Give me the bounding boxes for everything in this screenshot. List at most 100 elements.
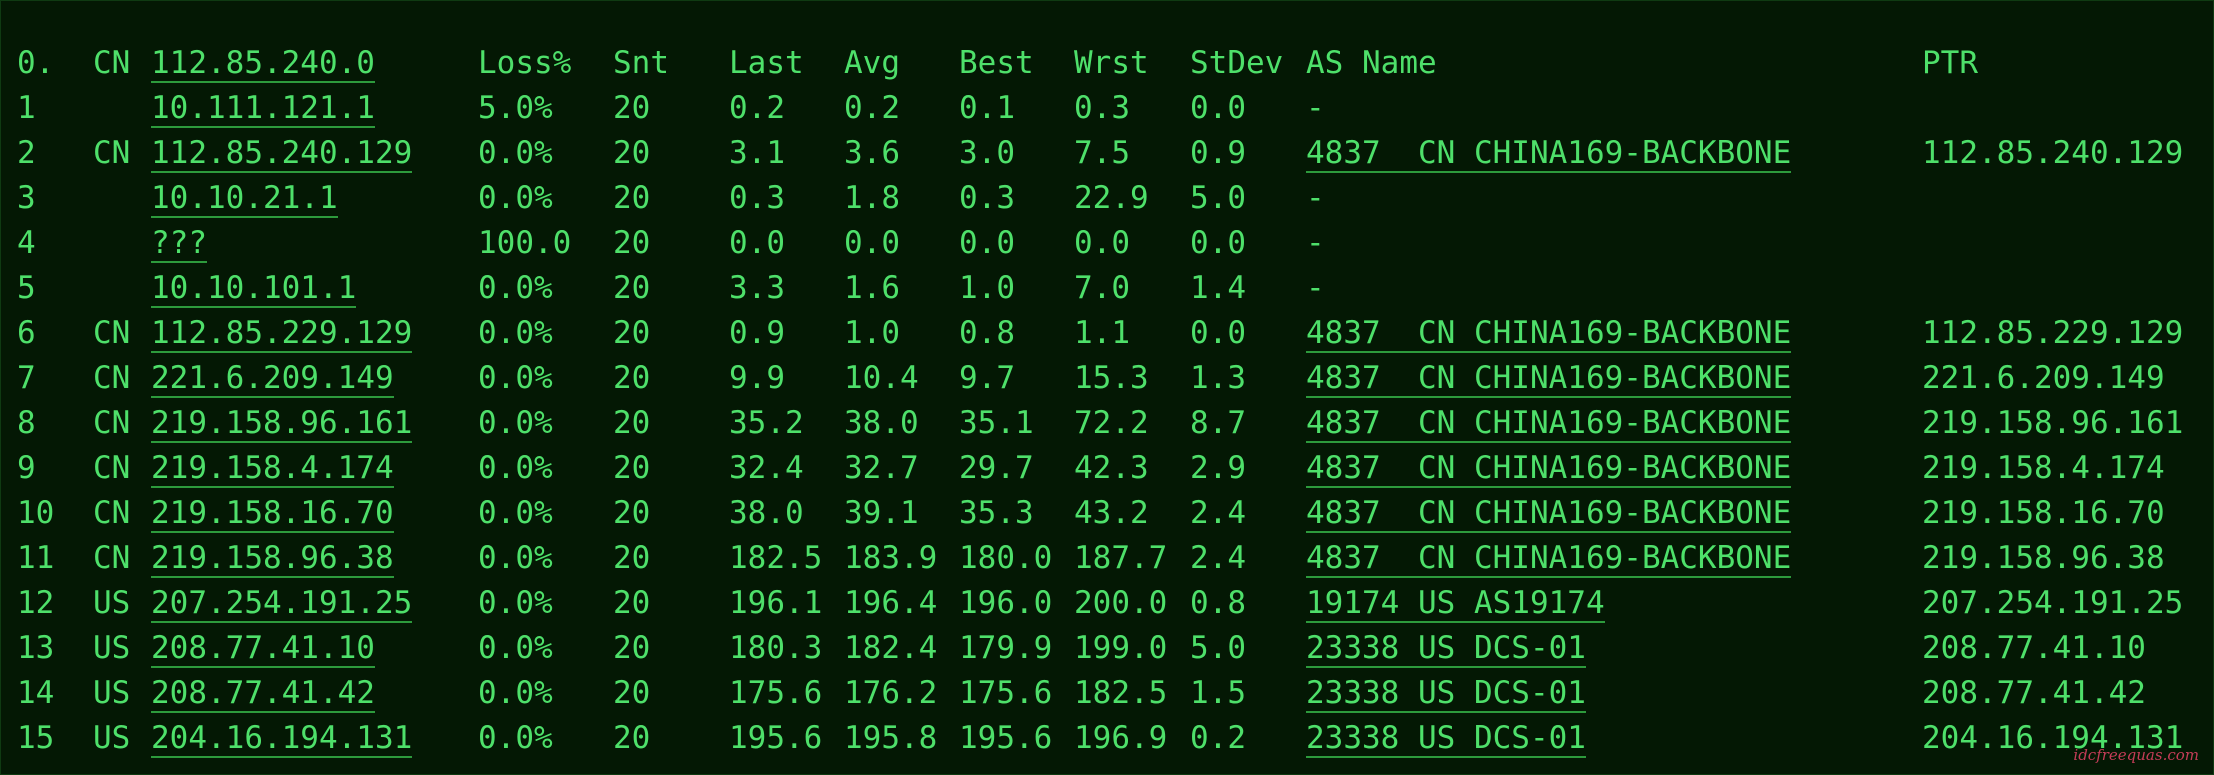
host-link[interactable]: 10.10.21.1 bbox=[151, 180, 338, 218]
cell-as[interactable]: 4837 CN CHINA169-BACKBONE bbox=[1306, 131, 1792, 176]
cell-hop: 14 bbox=[17, 675, 55, 711]
cell-avg: 3.6 bbox=[844, 135, 900, 171]
as-name-link[interactable]: 23338 US DCS-01 bbox=[1306, 675, 1586, 713]
cell-as[interactable]: 4837 CN CHINA169-BACKBONE bbox=[1306, 311, 1792, 356]
cell-stdev: 1.4 bbox=[1190, 270, 1246, 306]
cell-best: 195.6 bbox=[959, 720, 1053, 756]
cell-snt: 20 bbox=[613, 180, 651, 216]
cell-cc: CN bbox=[93, 315, 131, 351]
cell-host[interactable]: 219.158.4.174 bbox=[151, 446, 394, 491]
cell-host[interactable]: 208.77.41.42 bbox=[151, 671, 375, 716]
cell-snt: 20 bbox=[613, 675, 651, 711]
cell-wrst: 42.3 bbox=[1074, 450, 1149, 486]
cell-cc: CN bbox=[93, 135, 131, 171]
cell-host[interactable]: 221.6.209.149 bbox=[151, 356, 394, 401]
host-link[interactable]: 208.77.41.10 bbox=[151, 630, 375, 668]
cell-host[interactable]: 112.85.229.129 bbox=[151, 311, 413, 356]
cell-wrst: 182.5 bbox=[1074, 675, 1168, 711]
as-name-link[interactable]: 23338 US DCS-01 bbox=[1306, 630, 1586, 668]
cell-loss: 0.0% bbox=[478, 540, 553, 576]
cell-snt: 20 bbox=[613, 360, 651, 396]
cell-last: 38.0 bbox=[729, 495, 804, 531]
as-name-link[interactable]: 19174 US AS19174 bbox=[1306, 585, 1605, 623]
host-link[interactable]: 219.158.4.174 bbox=[151, 450, 394, 488]
cell-host[interactable]: 10.10.101.1 bbox=[151, 266, 357, 311]
cell-snt: 20 bbox=[613, 90, 651, 126]
cell-as[interactable]: 4837 CN CHINA169-BACKBONE bbox=[1306, 491, 1792, 536]
cell-as[interactable]: 4837 CN CHINA169-BACKBONE bbox=[1306, 356, 1792, 401]
cell-as[interactable]: 23338 US DCS-01 bbox=[1306, 716, 1586, 761]
cell-host[interactable]: ??? bbox=[151, 221, 207, 266]
cell-snt: 20 bbox=[613, 720, 651, 756]
cell-loss: 0.0% bbox=[478, 180, 553, 216]
as-name-link[interactable]: 23338 US DCS-01 bbox=[1306, 720, 1586, 758]
cell-ptr: 208.77.41.42 bbox=[1922, 675, 2146, 711]
header-source-host[interactable]: 112.85.240.0 bbox=[151, 41, 375, 86]
as-name-link[interactable]: 4837 CN CHINA169-BACKBONE bbox=[1306, 315, 1792, 353]
host-link[interactable]: 208.77.41.42 bbox=[151, 675, 375, 713]
cell-as[interactable]: 4837 CN CHINA169-BACKBONE bbox=[1306, 536, 1792, 581]
cell-as[interactable]: 4837 CN CHINA169-BACKBONE bbox=[1306, 401, 1792, 446]
cell-host[interactable]: 219.158.16.70 bbox=[151, 491, 394, 536]
cell-ptr: 219.158.16.70 bbox=[1922, 495, 2165, 531]
host-link[interactable]: 204.16.194.131 bbox=[151, 720, 413, 758]
host-link[interactable]: 112.85.240.129 bbox=[151, 135, 413, 173]
cell-ptr: 208.77.41.10 bbox=[1922, 630, 2146, 666]
as-name-link[interactable]: 4837 CN CHINA169-BACKBONE bbox=[1306, 360, 1792, 398]
cell-snt: 20 bbox=[613, 135, 651, 171]
host-link[interactable]: 112.85.229.129 bbox=[151, 315, 413, 353]
host-link[interactable]: 10.10.101.1 bbox=[151, 270, 357, 308]
cell-wrst: 72.2 bbox=[1074, 405, 1149, 441]
host-link[interactable]: 207.254.191.25 bbox=[151, 585, 413, 623]
as-name-link[interactable]: 4837 CN CHINA169-BACKBONE bbox=[1306, 495, 1792, 533]
cell-loss: 0.0% bbox=[478, 315, 553, 351]
header-hop: 0. bbox=[17, 45, 55, 81]
cell-stdev: 0.0 bbox=[1190, 225, 1246, 261]
header-source-host-text[interactable]: 112.85.240.0 bbox=[151, 45, 375, 83]
cell-as[interactable]: 4837 CN CHINA169-BACKBONE bbox=[1306, 446, 1792, 491]
cell-ptr: 219.158.96.161 bbox=[1922, 405, 2184, 441]
cell-as[interactable]: 19174 US AS19174 bbox=[1306, 581, 1605, 626]
cell-hop: 5 bbox=[17, 270, 36, 306]
cell-best: 0.3 bbox=[959, 180, 1015, 216]
as-name-link[interactable]: 4837 CN CHINA169-BACKBONE bbox=[1306, 135, 1792, 173]
cell-best: 179.9 bbox=[959, 630, 1053, 666]
cell-host[interactable]: 219.158.96.38 bbox=[151, 536, 394, 581]
header-stdev: StDev bbox=[1190, 45, 1284, 81]
as-name-link[interactable]: 4837 CN CHINA169-BACKBONE bbox=[1306, 450, 1792, 488]
cell-as[interactable]: 23338 US DCS-01 bbox=[1306, 671, 1586, 716]
cell-host[interactable]: 207.254.191.25 bbox=[151, 581, 413, 626]
cell-host[interactable]: 10.111.121.1 bbox=[151, 86, 375, 131]
cell-avg: 182.4 bbox=[844, 630, 938, 666]
cell-host[interactable]: 112.85.240.129 bbox=[151, 131, 413, 176]
cell-best: 0.8 bbox=[959, 315, 1015, 351]
cell-last: 0.3 bbox=[729, 180, 785, 216]
cell-host[interactable]: 10.10.21.1 bbox=[151, 176, 338, 221]
cell-stdev: 0.2 bbox=[1190, 720, 1246, 756]
as-name-link[interactable]: 4837 CN CHINA169-BACKBONE bbox=[1306, 540, 1792, 578]
cell-loss: 0.0% bbox=[478, 630, 553, 666]
cell-host[interactable]: 204.16.194.131 bbox=[151, 716, 413, 761]
cell-avg: 39.1 bbox=[844, 495, 919, 531]
host-link[interactable]: 221.6.209.149 bbox=[151, 360, 394, 398]
cell-avg: 195.8 bbox=[844, 720, 938, 756]
cell-as: - bbox=[1306, 270, 1325, 306]
host-link[interactable]: 219.158.96.161 bbox=[151, 405, 413, 443]
cell-host[interactable]: 208.77.41.10 bbox=[151, 626, 375, 671]
cell-as[interactable]: 23338 US DCS-01 bbox=[1306, 626, 1586, 671]
cell-stdev: 0.8 bbox=[1190, 585, 1246, 621]
cell-hop: 8 bbox=[17, 405, 36, 441]
cell-loss: 0.0% bbox=[478, 450, 553, 486]
host-link[interactable]: ??? bbox=[151, 225, 207, 263]
cell-avg: 32.7 bbox=[844, 450, 919, 486]
host-link[interactable]: 219.158.16.70 bbox=[151, 495, 394, 533]
host-link[interactable]: 10.111.121.1 bbox=[151, 90, 375, 128]
as-name-link[interactable]: 4837 CN CHINA169-BACKBONE bbox=[1306, 405, 1792, 443]
cell-loss: 0.0% bbox=[478, 405, 553, 441]
cell-stdev: 1.5 bbox=[1190, 675, 1246, 711]
cell-stdev: 0.9 bbox=[1190, 135, 1246, 171]
cell-wrst: 187.7 bbox=[1074, 540, 1168, 576]
host-link[interactable]: 219.158.96.38 bbox=[151, 540, 394, 578]
cell-avg: 0.2 bbox=[844, 90, 900, 126]
cell-host[interactable]: 219.158.96.161 bbox=[151, 401, 413, 446]
